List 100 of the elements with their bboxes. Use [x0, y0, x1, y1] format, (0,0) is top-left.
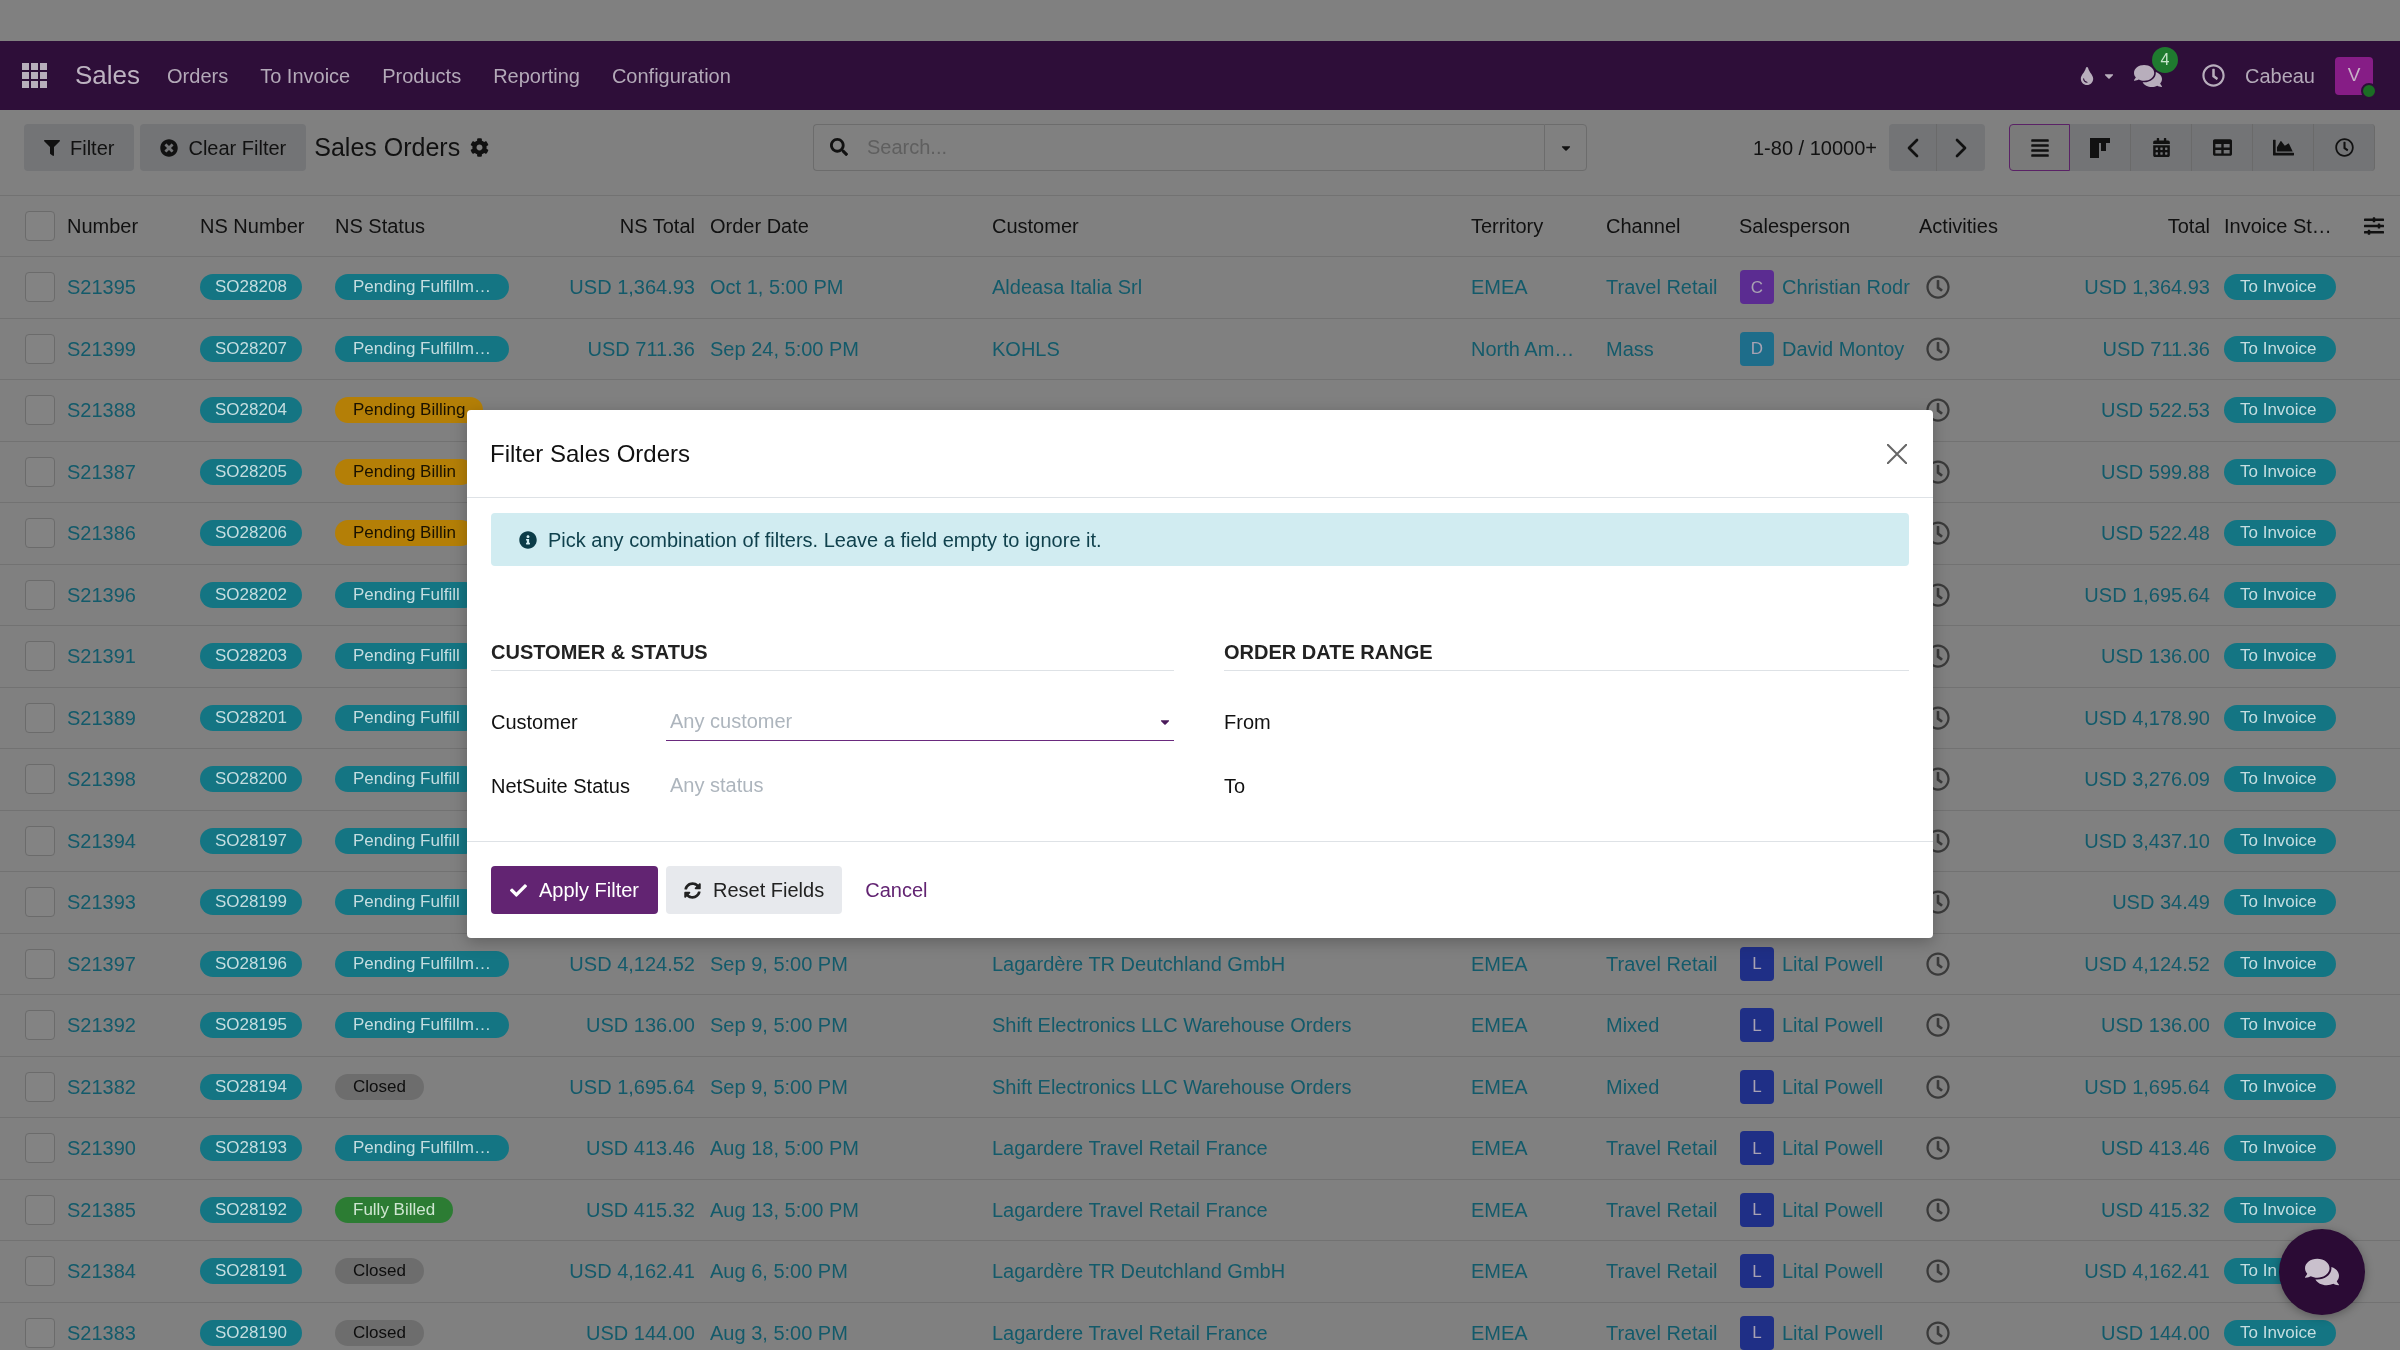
settings-gear-icon[interactable] — [470, 138, 490, 157]
ns-number-badge: SO28203 — [200, 643, 302, 670]
clock-icon[interactable] — [2201, 64, 2225, 87]
row-checkbox[interactable] — [25, 333, 55, 364]
column-header[interactable]: Salesperson — [1739, 215, 1851, 237]
row-checkbox[interactable] — [25, 887, 55, 918]
salesperson-avatar: L — [1740, 1192, 1774, 1227]
order-number: S21396 — [67, 583, 136, 606]
row-checkbox[interactable] — [25, 1010, 55, 1041]
row-checkbox[interactable] — [25, 1071, 55, 1102]
order-date: Aug 18, 5:00 PM — [710, 1137, 859, 1160]
row-checkbox[interactable] — [25, 1317, 55, 1348]
order-date: Sep 9, 5:00 PM — [710, 1014, 848, 1037]
select-all-checkbox[interactable] — [25, 211, 55, 241]
message-count-badge: 4 — [2151, 46, 2178, 73]
order-number: S21390 — [67, 1137, 136, 1160]
select-field[interactable]: Any customer — [666, 703, 1174, 741]
nav-menu-item[interactable]: Products — [382, 60, 462, 91]
column-header[interactable]: NS Number — [200, 215, 305, 237]
column-header[interactable]: Customer — [992, 215, 1079, 237]
previous-page-button[interactable] — [1889, 124, 1937, 171]
total-amount: USD 34.49 — [2112, 891, 2210, 914]
nav-menu-item[interactable]: Reporting — [493, 60, 580, 91]
row-checkbox[interactable] — [25, 1133, 55, 1164]
invoice-status-badge: To Invoice — [2224, 520, 2336, 547]
column-header[interactable]: Activities — [1919, 215, 1998, 237]
ns-number-badge: SO28193 — [200, 1135, 302, 1162]
column-settings-icon[interactable] — [2364, 216, 2384, 236]
status-badge: Closed — [335, 1258, 424, 1285]
list-view-button[interactable] — [2009, 124, 2070, 171]
row-checkbox[interactable] — [25, 1256, 55, 1287]
column-header[interactable]: Order Date — [710, 215, 809, 237]
customer-name: Aldeasa Italia Srl — [992, 276, 1143, 299]
total-amount: USD 1,695.64 — [2084, 1075, 2210, 1098]
close-icon[interactable] — [1887, 443, 1907, 464]
row-checkbox[interactable] — [25, 456, 55, 487]
cancel-link[interactable]: Cancel — [850, 866, 943, 914]
row-checkbox[interactable] — [25, 272, 55, 303]
channel-name: Travel Retail — [1606, 276, 1718, 299]
row-checkbox[interactable] — [25, 1194, 55, 1225]
invoice-status-badge: To Invoice — [2224, 1196, 2336, 1223]
row-checkbox[interactable] — [25, 579, 55, 610]
row-checkbox[interactable] — [25, 825, 55, 856]
column-header[interactable]: NS Total — [619, 215, 695, 237]
page-title: Sales Orders — [314, 131, 461, 163]
pager-value[interactable]: 1-80 / 10000+ — [1753, 132, 1877, 163]
kanban-view-button[interactable] — [2070, 124, 2131, 171]
filter-button[interactable]: Filter — [24, 124, 135, 171]
company-name[interactable]: Cabeau — [2244, 60, 2315, 91]
invoice-status-badge: To Invoice — [2224, 335, 2336, 362]
text-input-field[interactable]: Any status — [666, 767, 1174, 805]
row-checkbox[interactable] — [25, 702, 55, 733]
column-header[interactable]: Total — [2167, 215, 2210, 237]
invoice-status-badge: To Invoice — [2224, 1012, 2336, 1039]
column-header[interactable]: Invoice St… — [2224, 215, 2332, 237]
graph-view-button[interactable] — [2253, 124, 2314, 171]
apps-grid-icon[interactable] — [22, 63, 47, 88]
next-page-button[interactable] — [1937, 124, 1985, 171]
calendar-view-button[interactable] — [2131, 124, 2192, 171]
column-header[interactable]: Territory — [1471, 215, 1544, 237]
nav-menu-item[interactable]: To Invoice — [260, 60, 351, 91]
user-avatar[interactable]: V — [2335, 56, 2373, 95]
channel-name: Mixed — [1606, 1075, 1660, 1098]
clock-icon[interactable] — [1926, 398, 1950, 423]
total-amount: USD 522.53 — [2101, 399, 2210, 422]
search-icon — [830, 138, 848, 156]
column-header[interactable]: Channel — [1606, 215, 1681, 237]
row-checkbox[interactable] — [25, 518, 55, 549]
column-header[interactable]: Number — [67, 215, 139, 237]
reset-fields-button[interactable]: Reset Fields — [666, 866, 843, 914]
territory-name: North Am… — [1471, 337, 1575, 360]
row-checkbox[interactable] — [25, 764, 55, 795]
nav-menu-item[interactable]: Configuration — [611, 60, 731, 91]
row-checkbox[interactable] — [25, 641, 55, 672]
invoice-status-badge: To Invoice — [2224, 581, 2336, 608]
channel-name: Mixed — [1606, 1014, 1660, 1037]
status-badge: Fully Billed — [335, 1196, 454, 1223]
ns-number-badge: SO28205 — [200, 458, 302, 485]
pivot-view-button[interactable] — [2192, 124, 2253, 171]
row-checkbox[interactable] — [25, 948, 55, 979]
salesperson-name: Lital Powell — [1782, 1074, 1884, 1100]
status-badge: Pending Billing — [335, 397, 484, 424]
order-number: S21389 — [67, 706, 136, 729]
refresh-icon — [684, 881, 702, 899]
app-name[interactable]: Sales — [75, 56, 141, 95]
row-checkbox[interactable] — [25, 395, 55, 426]
invoice-status-badge: To Invoice — [2224, 827, 2336, 854]
chat-button[interactable] — [2279, 1229, 2365, 1315]
status-badge: Pending Fulfillm… — [335, 335, 509, 362]
ns-total-amount: USD 413.46 — [586, 1137, 695, 1160]
clear-filter-button[interactable]: Clear Filter — [140, 124, 307, 171]
customer-name: Lagardere Travel Retail France — [992, 1137, 1268, 1160]
order-number: S21395 — [67, 276, 136, 299]
activity-view-button[interactable] — [2314, 124, 2375, 171]
column-header[interactable]: NS Status — [335, 215, 426, 237]
apply-filter-button[interactable]: Apply Filter — [491, 866, 659, 914]
order-number: S21394 — [67, 829, 136, 852]
nav-menu-item[interactable]: Orders — [167, 60, 229, 91]
customer-name: Lagardère TR Deutchland GmbH — [992, 952, 1286, 975]
ns-number-badge: SO28192 — [200, 1196, 302, 1223]
